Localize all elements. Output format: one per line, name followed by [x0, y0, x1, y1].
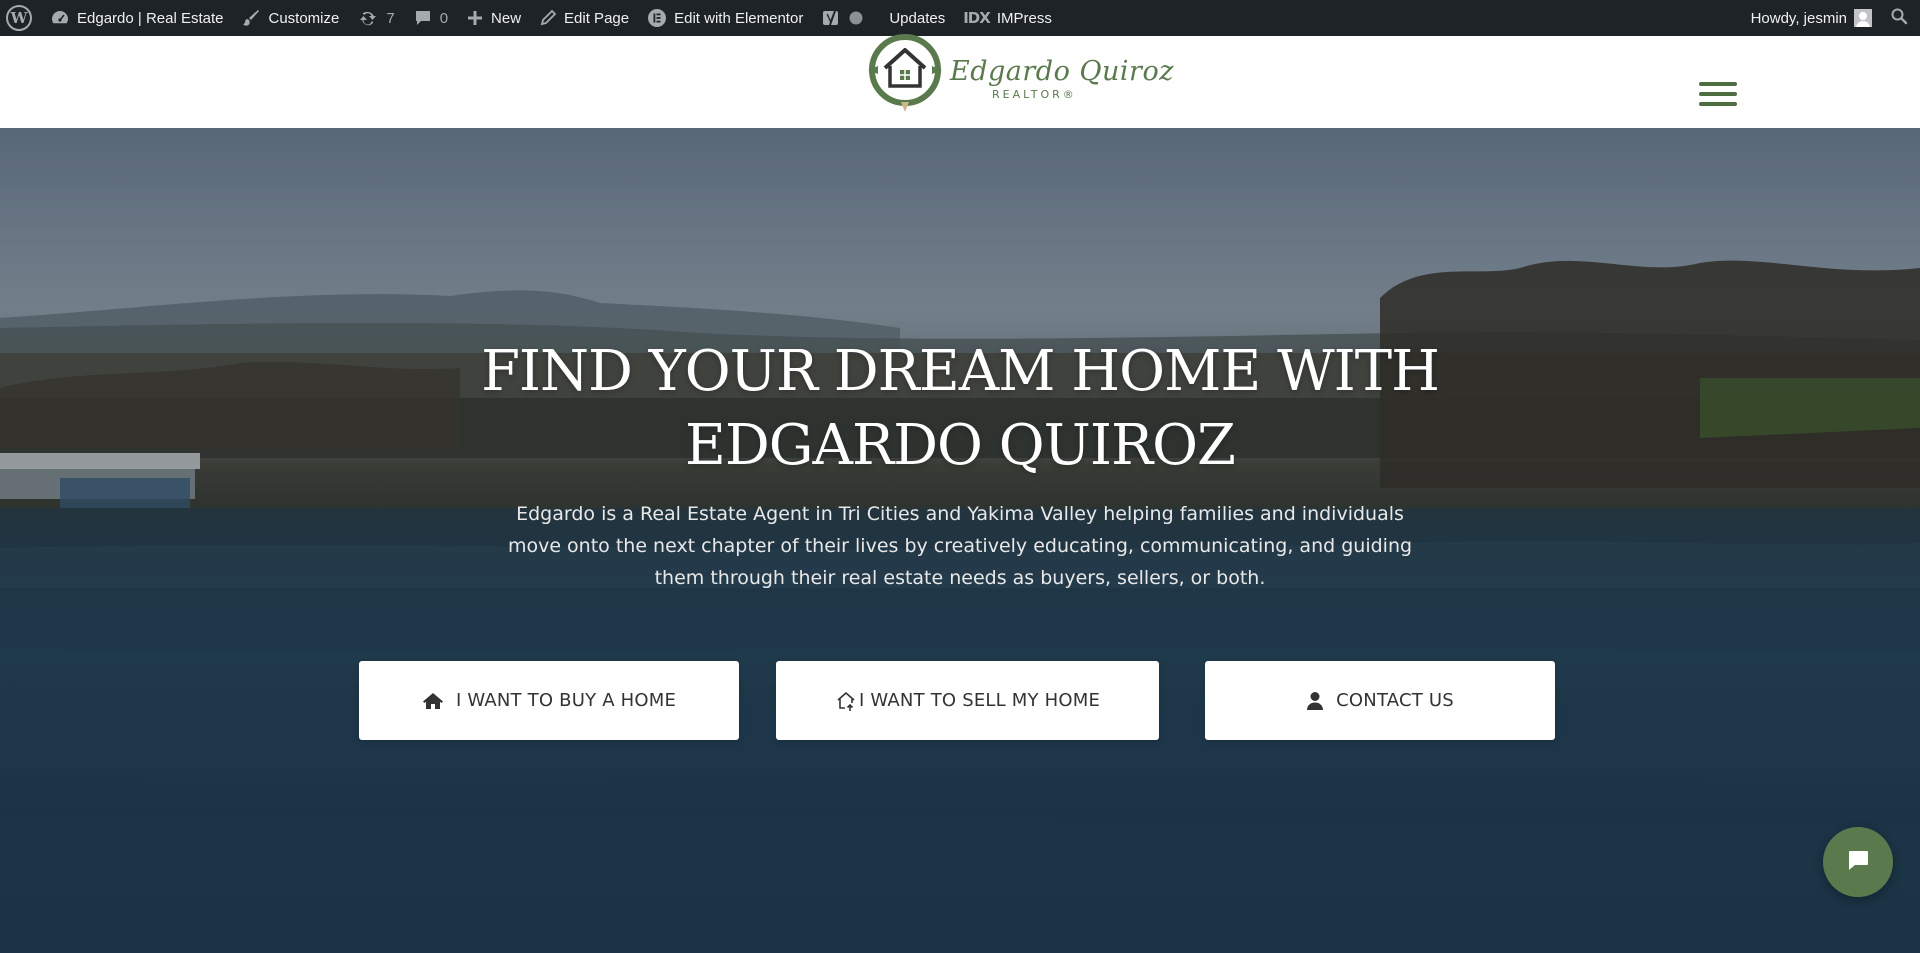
hero-section: Find your dream home with Edgardo Quiroz… — [0, 128, 1920, 953]
brush-icon — [241, 8, 261, 28]
edit-with-elementor-label: Edit with Elementor — [674, 9, 804, 27]
chat-widget-button[interactable] — [1823, 827, 1893, 897]
refresh-icon — [357, 8, 379, 28]
edit-page-link[interactable]: Edit Page — [530, 0, 638, 36]
my-account-menu[interactable]: Howdy, jesmin — [1742, 0, 1881, 36]
seo-status-dot-icon — [848, 10, 864, 26]
hamburger-menu-icon[interactable] — [1697, 82, 1739, 112]
edit-page-label: Edit Page — [564, 9, 630, 27]
wordpress-logo-menu[interactable]: W — [0, 0, 41, 36]
site-logo[interactable]: Edgardo Quiroz REALTOR® — [850, 30, 1174, 120]
admin-bar-search[interactable] — [1881, 0, 1920, 36]
house-upload-icon — [835, 690, 857, 712]
search-icon — [1890, 7, 1908, 29]
impress-label: IMPress — [996, 9, 1052, 27]
new-label: New — [491, 9, 522, 27]
chat-icon — [1845, 847, 1871, 878]
logo-name: Edgardo Quiroz — [950, 56, 1174, 87]
hero-title: Find your dream home with Edgardo Quiroz — [460, 335, 1460, 483]
avatar — [1854, 9, 1872, 27]
customize-label: Customize — [268, 9, 340, 27]
yoast-icon — [821, 8, 841, 28]
contact-us-label: CONTACT US — [1336, 690, 1454, 711]
elementor-icon — [647, 8, 667, 28]
hero-title-line-1: Find your dream home with — [481, 339, 1440, 404]
edit-with-elementor-link[interactable]: Edit with Elementor — [638, 0, 812, 36]
home-icon — [422, 691, 444, 711]
comments-link[interactable]: 0 — [404, 0, 457, 36]
buy-home-label: I WANT TO BUY A HOME — [455, 690, 677, 711]
updates-label: Updates — [889, 9, 946, 27]
updates-count: 7 — [386, 9, 395, 27]
dashboard-icon — [50, 8, 70, 28]
updates-count-link[interactable]: 7 — [348, 0, 403, 36]
buy-home-button[interactable]: I WANT TO BUY A HOME — [359, 661, 739, 740]
new-content-link[interactable]: New — [457, 0, 530, 36]
compass-house-icon — [868, 34, 942, 112]
sell-home-button[interactable]: I WANT TO SELL MY HOME — [776, 661, 1159, 740]
user-icon — [1306, 691, 1324, 711]
comments-count: 0 — [439, 9, 449, 27]
site-header: Edgardo Quiroz REALTOR® — [0, 34, 1920, 128]
site-name-link[interactable]: Edgardo | Real Estate — [41, 0, 232, 36]
hero-title-line-2: Edgardo Quiroz — [685, 413, 1236, 478]
customize-link[interactable]: Customize — [232, 0, 348, 36]
greeting-label: Howdy, jesmin — [1750, 9, 1847, 27]
logo-subtitle: REALTOR® — [992, 88, 1077, 101]
plus-icon — [466, 9, 484, 27]
comment-icon — [413, 8, 433, 28]
sell-home-label: I WANT TO SELL MY HOME — [858, 690, 1101, 711]
wordpress-logo-icon: W — [6, 5, 32, 31]
contact-us-button[interactable]: CONTACT US — [1205, 661, 1555, 740]
site-name-label: Edgardo | Real Estate — [77, 9, 224, 27]
pencil-icon — [539, 9, 557, 27]
hero-description: Edgardo is a Real Estate Agent in Tri Ci… — [507, 503, 1413, 589]
idx-icon: IDX — [963, 9, 991, 27]
